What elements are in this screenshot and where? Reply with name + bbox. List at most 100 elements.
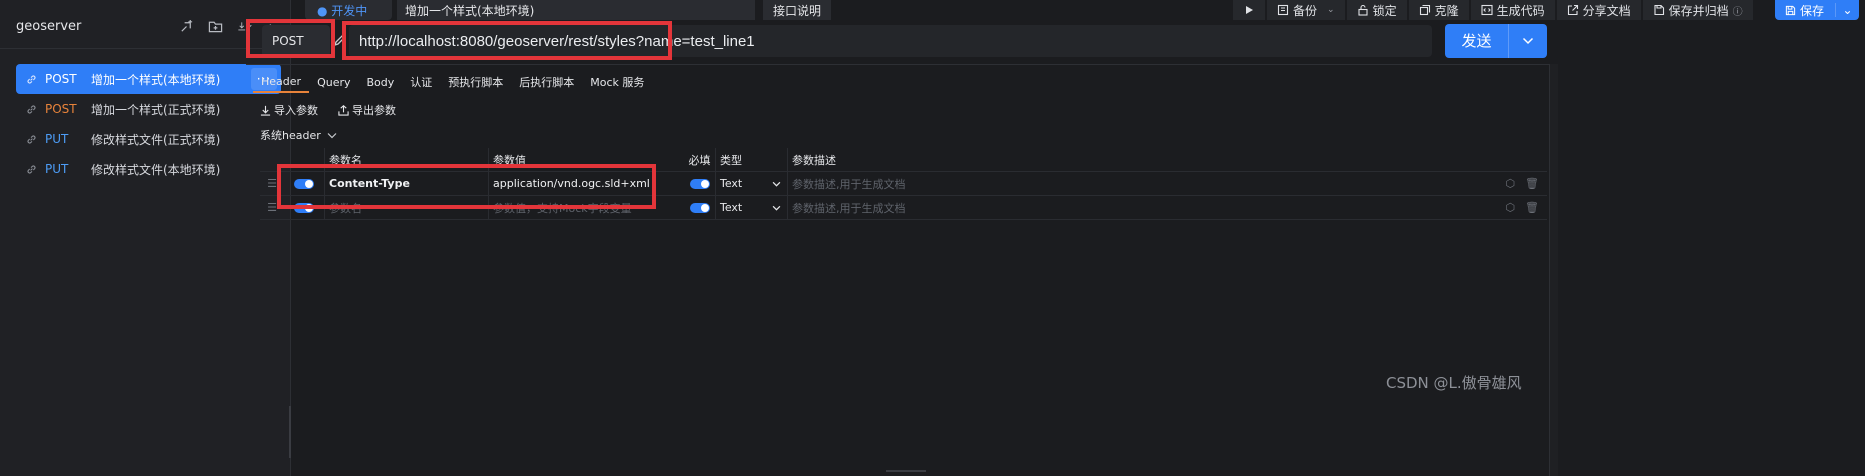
api-list: POST 增加一个样式(本地环境) ··· POST 增加一个样式(正式环境) … <box>16 64 281 184</box>
api-name: 修改样式文件(正式环境) <box>91 132 221 147</box>
send-dropdown-chevron-icon[interactable] <box>1509 37 1547 45</box>
save-archive-icon <box>1654 4 1664 16</box>
save-label: 保存 <box>1800 3 1825 18</box>
tab-post-script[interactable]: 后执行脚本 <box>511 71 582 93</box>
toolbar-actions: 备份 ⌄ 锁定 克隆 生成代码 分享文档 保存并归档 ⓘ <box>1233 0 1755 20</box>
api-method: POST <box>45 102 77 116</box>
chevron-down-icon <box>772 181 781 187</box>
share-icon <box>1567 4 1578 16</box>
link-icon <box>27 164 36 174</box>
export-params-button[interactable]: 导出参数 <box>338 102 396 118</box>
request-tabs: Header Query Body 认证 预执行脚本 后执行脚本 Mock 服务 <box>253 71 652 93</box>
type-select[interactable]: Text <box>715 171 787 196</box>
share-doc-button[interactable]: 分享文档 <box>1556 0 1641 20</box>
api-method: PUT <box>45 132 69 146</box>
system-header-label: 系统header <box>260 129 321 142</box>
generate-code-button[interactable]: 生成代码 <box>1470 0 1555 20</box>
tab-header[interactable]: Header <box>253 71 310 93</box>
delete-icon[interactable]: 🗑︎ <box>1525 201 1539 214</box>
api-doc-button[interactable]: 接口说明 <box>763 0 831 20</box>
backup-icon <box>1277 4 1289 16</box>
sidebar-resize-handle[interactable] <box>289 406 291 458</box>
tab-query[interactable]: Query <box>309 71 358 93</box>
send-label: 发送 <box>1445 24 1509 58</box>
save-button[interactable]: 保存 ⌄ <box>1775 0 1859 20</box>
api-item-modify-style-local[interactable]: PUT 修改样式文件(本地环境) <box>16 154 281 184</box>
project-title: geoserver <box>16 18 82 34</box>
link-icon <box>27 74 36 84</box>
param-desc-input[interactable]: 参数描述,用于生成文档 <box>787 171 1487 196</box>
sidebar: geoserver POST 增加一个样式(本地环境) ··· POST 增加一… <box>0 0 291 476</box>
lock-icon <box>1358 4 1368 16</box>
floppy-icon <box>1785 5 1796 15</box>
import-params-button[interactable]: 导入参数 <box>260 102 318 118</box>
save-archive-button[interactable]: 保存并归档 ⓘ <box>1642 0 1753 20</box>
lock-button[interactable]: 锁定 <box>1346 0 1407 20</box>
annotation-box-content-type <box>277 164 656 209</box>
param-io-row: 导入参数 导出参数 <box>260 102 396 118</box>
import-icon <box>260 105 271 116</box>
col-header-type: 类型 <box>715 147 787 172</box>
chevron-down-icon <box>772 205 781 211</box>
type-value: Text <box>720 177 743 190</box>
col-header-desc: 参数描述 <box>787 147 1487 172</box>
type-select[interactable]: Text <box>715 195 787 220</box>
tab-pre-script[interactable]: 预执行脚本 <box>440 71 511 93</box>
backup-label: 备份 <box>1293 3 1318 18</box>
send-button[interactable]: 发送 <box>1445 24 1547 58</box>
param-desc-input[interactable]: 参数描述,用于生成文档 <box>787 195 1487 220</box>
chevron-down-icon: ⌄ <box>1327 5 1335 15</box>
clone-button[interactable]: 克隆 <box>1408 0 1469 20</box>
new-folder-icon[interactable] <box>208 19 223 34</box>
tab-mock[interactable]: Mock 服务 <box>582 71 652 93</box>
save-button-label-wrap: 保存 <box>1775 2 1835 19</box>
save-archive-label: 保存并归档 <box>1668 3 1729 18</box>
type-value: Text <box>720 201 743 214</box>
tab-body[interactable]: Body <box>359 71 403 93</box>
api-item-modify-style-prod[interactable]: PUT 修改样式文件(正式环境) <box>16 124 281 154</box>
clone-icon <box>1419 4 1430 16</box>
chevron-down-icon <box>327 132 337 138</box>
lock-label: 锁定 <box>1372 3 1397 18</box>
api-item-add-style-local[interactable]: POST 增加一个样式(本地环境) ··· <box>16 64 281 94</box>
mock-cube-icon[interactable]: ⬡ <box>1505 201 1515 214</box>
play-icon <box>1246 6 1253 14</box>
required-toggle[interactable] <box>689 178 710 189</box>
share-doc-label: 分享文档 <box>1582 3 1631 18</box>
mock-cube-icon[interactable]: ⬡ <box>1505 177 1515 190</box>
generate-code-label: 生成代码 <box>1496 3 1545 18</box>
import-params-label: 导入参数 <box>274 104 318 117</box>
clone-label: 克隆 <box>1434 3 1459 18</box>
backup-button[interactable]: 备份 ⌄ <box>1267 0 1345 20</box>
api-item-add-style-prod[interactable]: POST 增加一个样式(正式环境) <box>16 94 281 124</box>
save-dropdown-chevron-icon[interactable]: ⌄ <box>1835 3 1859 17</box>
tab-auth[interactable]: 认证 <box>402 71 440 93</box>
api-name: 增加一个样式(正式环境) <box>91 102 221 117</box>
right-scrollbar[interactable] <box>1549 64 1558 476</box>
env-status-badge[interactable]: ● 开发中 <box>305 0 392 20</box>
sidebar-header: geoserver <box>16 14 281 38</box>
api-method: POST <box>45 72 77 86</box>
run-button[interactable] <box>1233 0 1265 20</box>
export-icon <box>338 104 349 116</box>
api-title-input[interactable]: 增加一个样式(本地环境) <box>397 0 755 20</box>
help-icon: ⓘ <box>1732 6 1743 18</box>
code-icon <box>1481 4 1493 16</box>
api-method: PUT <box>45 162 69 176</box>
link-icon <box>27 134 36 144</box>
system-header-toggle[interactable]: 系统header <box>260 127 337 143</box>
api-name: 修改样式文件(本地环境) <box>91 162 221 177</box>
required-toggle[interactable] <box>689 202 710 213</box>
api-name: 增加一个样式(本地环境) <box>91 72 221 87</box>
annotation-box-method <box>246 19 335 58</box>
export-params-label: 导出参数 <box>352 104 396 117</box>
watermark: CSDN @L.傲骨雄风 <box>1386 374 1522 392</box>
delete-icon[interactable]: 🗑︎ <box>1525 177 1539 190</box>
col-header-required: 必填 <box>688 153 711 167</box>
link-icon <box>27 104 36 114</box>
bottom-resize-handle[interactable] <box>886 470 926 472</box>
annotation-box-url <box>342 21 672 60</box>
top-bar: ● 开发中 增加一个样式(本地环境) 接口说明 备份 ⌄ 锁定 克隆 生成代码 … <box>297 0 1865 20</box>
add-api-icon[interactable] <box>179 19 194 34</box>
request-divider <box>246 64 1557 65</box>
